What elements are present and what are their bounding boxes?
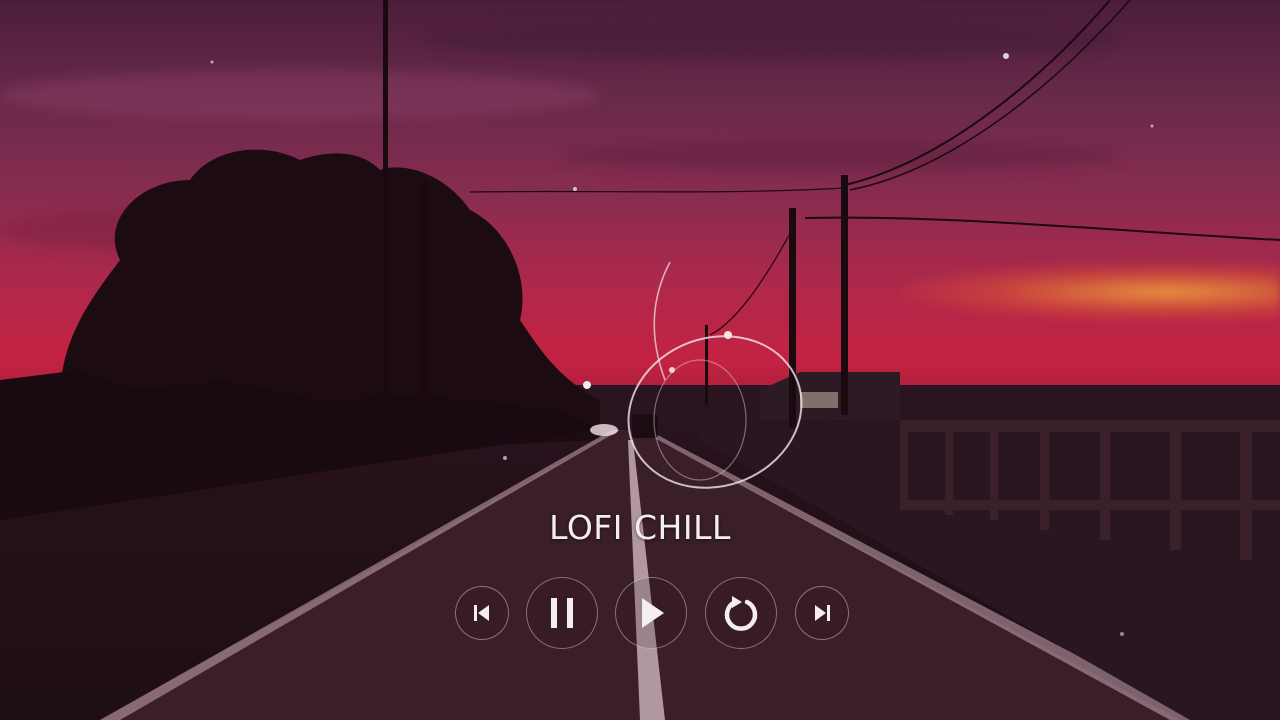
house-window <box>800 392 838 408</box>
utility-pole <box>789 208 796 428</box>
track-title: LOFI CHILL <box>549 508 731 547</box>
play-icon <box>642 598 664 628</box>
street-light <box>583 381 591 389</box>
replay-button[interactable] <box>705 577 777 649</box>
sparkle <box>1003 53 1009 59</box>
power-line <box>849 0 1131 191</box>
power-line <box>844 0 1111 186</box>
skip-previous-icon <box>474 605 489 621</box>
car-headlights <box>590 424 618 436</box>
power-line <box>804 216 1280 241</box>
pause-button[interactable] <box>526 577 598 649</box>
sparkle <box>573 187 577 191</box>
pause-icon <box>551 598 573 628</box>
fence-post <box>900 420 908 510</box>
play-button[interactable] <box>615 577 687 649</box>
sparkle <box>210 60 214 64</box>
replay-icon <box>724 596 758 631</box>
power-line <box>709 229 793 336</box>
fence-post <box>990 420 998 520</box>
utility-pole <box>383 0 388 440</box>
sparkle <box>503 456 507 460</box>
background-scene: LOFI CHILL <box>0 0 1280 720</box>
fence-post <box>945 420 953 515</box>
utility-pole <box>420 180 428 440</box>
sparkle <box>1150 124 1154 128</box>
fence-rail <box>900 420 1280 432</box>
next-button[interactable] <box>795 586 849 640</box>
power-line <box>469 187 846 193</box>
player-controls <box>0 576 1280 649</box>
previous-button[interactable] <box>455 586 509 640</box>
skip-next-icon <box>815 605 830 621</box>
utility-pole <box>841 175 848 415</box>
